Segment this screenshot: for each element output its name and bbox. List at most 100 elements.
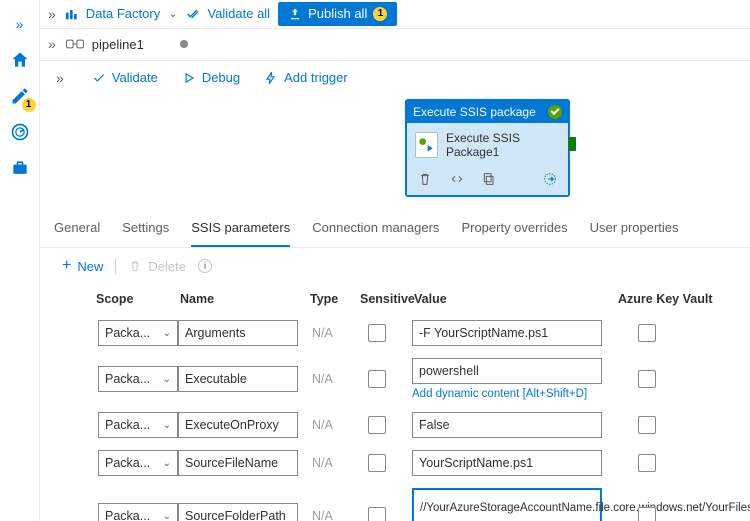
factory-icon [64, 6, 80, 22]
table-row: Packa...⌄SourceFileName N/A YourScriptName… [54, 444, 736, 482]
name-input[interactable]: ExecuteOnProxy [178, 412, 298, 438]
name-input[interactable]: SourceFolderPath [178, 503, 298, 521]
parameters-grid: Scope Name Type Sensitive Value Azure Ke… [40, 278, 750, 521]
tab-connection-managers[interactable]: Connection managers [312, 210, 439, 247]
table-row: Packa...⌄Executable N/A powershell Add dyna… [54, 352, 736, 406]
sensitive-checkbox[interactable] [368, 454, 386, 472]
panel-expand-button[interactable]: » [48, 6, 56, 22]
value-input[interactable]: //YourAzureStorageAccountName.file.core.… [412, 488, 602, 521]
new-label: New [77, 259, 103, 274]
left-rail: » 1 [0, 0, 40, 521]
sensitive-checkbox[interactable] [368, 370, 386, 388]
node-footer [407, 167, 568, 195]
tab-ssis-parameters[interactable]: SSIS parameters [191, 210, 290, 247]
tab-settings[interactable]: Settings [122, 210, 169, 247]
tab-pipeline1[interactable]: pipeline1 [66, 37, 188, 52]
ssis-icon [415, 132, 438, 158]
activities-expand[interactable]: » [56, 70, 64, 86]
add-trigger-button[interactable]: Add trigger [264, 70, 348, 85]
delete-label: Delete [148, 259, 186, 274]
pipeline-icon [66, 37, 84, 51]
table-row: Packa...⌄ArgumentsN/A-F YourScriptName.p… [54, 314, 736, 352]
pipeline-canvas[interactable]: Execute SSIS package Execute SSIS Packag… [40, 95, 750, 211]
node-header: Execute SSIS package [407, 101, 568, 123]
akv-checkbox[interactable] [638, 454, 656, 472]
node-success-connector[interactable] [568, 137, 576, 151]
check-icon [92, 71, 106, 85]
scope-dropdown[interactable]: Packa...⌄ [98, 366, 178, 392]
tab-user-properties[interactable]: User properties [590, 210, 679, 247]
add-dynamic-content-link[interactable]: Add dynamic content [Alt+Shift+D] [412, 386, 616, 400]
tab-row: » pipeline1 [40, 29, 750, 61]
tab-general[interactable]: General [54, 210, 100, 247]
copy-icon[interactable] [481, 171, 497, 187]
publish-count-badge: 1 [373, 7, 387, 21]
tab-label: pipeline1 [92, 37, 144, 52]
play-icon [182, 71, 196, 85]
main-column: » Data Factory ⌄ Validate all Publish al… [40, 0, 750, 521]
factory-dropdown[interactable]: Data Factory ⌄ [64, 6, 178, 22]
scope-dropdown[interactable]: Packa...⌄ [98, 412, 178, 438]
sensitive-checkbox[interactable] [368, 416, 386, 434]
rail-expand-button[interactable]: » [0, 6, 40, 42]
value-input[interactable]: powershell [412, 358, 602, 384]
sensitive-checkbox[interactable] [368, 507, 386, 521]
col-scope: Scope [94, 292, 178, 306]
rail-home[interactable] [0, 42, 40, 78]
delete-icon[interactable] [417, 171, 433, 187]
author-badge: 1 [22, 98, 36, 112]
info-icon[interactable]: i [198, 259, 212, 273]
publish-all-button[interactable]: Publish all 1 [278, 2, 397, 26]
col-akv: Azure Key Vault [616, 292, 716, 306]
node-title: Execute SSIS Package1 [446, 131, 560, 159]
scope-dropdown[interactable]: Packa...⌄ [98, 320, 178, 346]
scope-dropdown[interactable]: Packa...⌄ [98, 503, 178, 521]
akv-checkbox[interactable] [638, 416, 656, 434]
table-row: Packa...⌄SourceFolderPathN/A//YourAzureS… [54, 482, 736, 521]
akv-checkbox[interactable] [638, 370, 656, 388]
type-cell: N/A [308, 418, 358, 432]
node-header-label: Execute SSIS package [413, 105, 536, 119]
check-all-icon [185, 6, 201, 22]
app-root: » 1 » Data Factory ⌄ Validate all [0, 0, 750, 521]
new-button[interactable]: + New [62, 259, 103, 274]
sensitive-checkbox[interactable] [368, 324, 386, 342]
tab-property-overrides[interactable]: Property overrides [461, 210, 567, 247]
status-ok-icon [548, 105, 562, 119]
rail-author[interactable]: 1 [0, 78, 40, 114]
name-input[interactable]: Arguments [178, 320, 298, 346]
factory-label: Data Factory [86, 6, 160, 21]
code-icon[interactable] [449, 171, 465, 187]
debug-button[interactable]: Debug [182, 70, 240, 85]
publish-all-label: Publish all [308, 6, 367, 21]
value-input[interactable]: YourScriptName.ps1 [412, 450, 602, 476]
name-input[interactable]: Executable [178, 366, 298, 392]
add-trigger-label: Add trigger [284, 70, 348, 85]
top-toolbar: » Data Factory ⌄ Validate all Publish al… [40, 0, 750, 29]
node-body: Execute SSIS Package1 [407, 123, 568, 167]
rail-manage[interactable] [0, 150, 40, 186]
property-tabs: General Settings SSIS parameters Connection… [40, 210, 750, 248]
add-output-icon[interactable] [542, 171, 558, 187]
validate-label: Validate [112, 70, 158, 85]
chevron-down-icon: ⌄ [168, 7, 177, 20]
activity-node[interactable]: Execute SSIS package Execute SSIS Packag… [405, 99, 570, 197]
name-input[interactable]: SourceFileName [178, 450, 298, 476]
pipeline-actions: » Validate Debug Add trigger [40, 61, 750, 95]
value-input[interactable]: False [412, 412, 602, 438]
trigger-icon [264, 71, 278, 85]
akv-checkbox[interactable] [638, 324, 656, 342]
type-cell: N/A [308, 372, 358, 386]
validate-all-label: Validate all [207, 6, 270, 21]
scope-dropdown[interactable]: Packa...⌄ [98, 450, 178, 476]
validate-all-button[interactable]: Validate all [185, 6, 270, 22]
table-row: Packa...⌄ExecuteOnProxy N/A False [54, 406, 736, 444]
validate-button[interactable]: Validate [92, 70, 158, 85]
value-input[interactable]: -F YourScriptName.ps1 [412, 320, 602, 346]
type-cell: N/A [308, 456, 358, 470]
trash-icon [128, 259, 142, 273]
debug-label: Debug [202, 70, 240, 85]
rail-monitor[interactable] [0, 114, 40, 150]
akv-checkbox[interactable] [638, 507, 656, 521]
tab-panel-expand[interactable]: » [48, 36, 56, 52]
